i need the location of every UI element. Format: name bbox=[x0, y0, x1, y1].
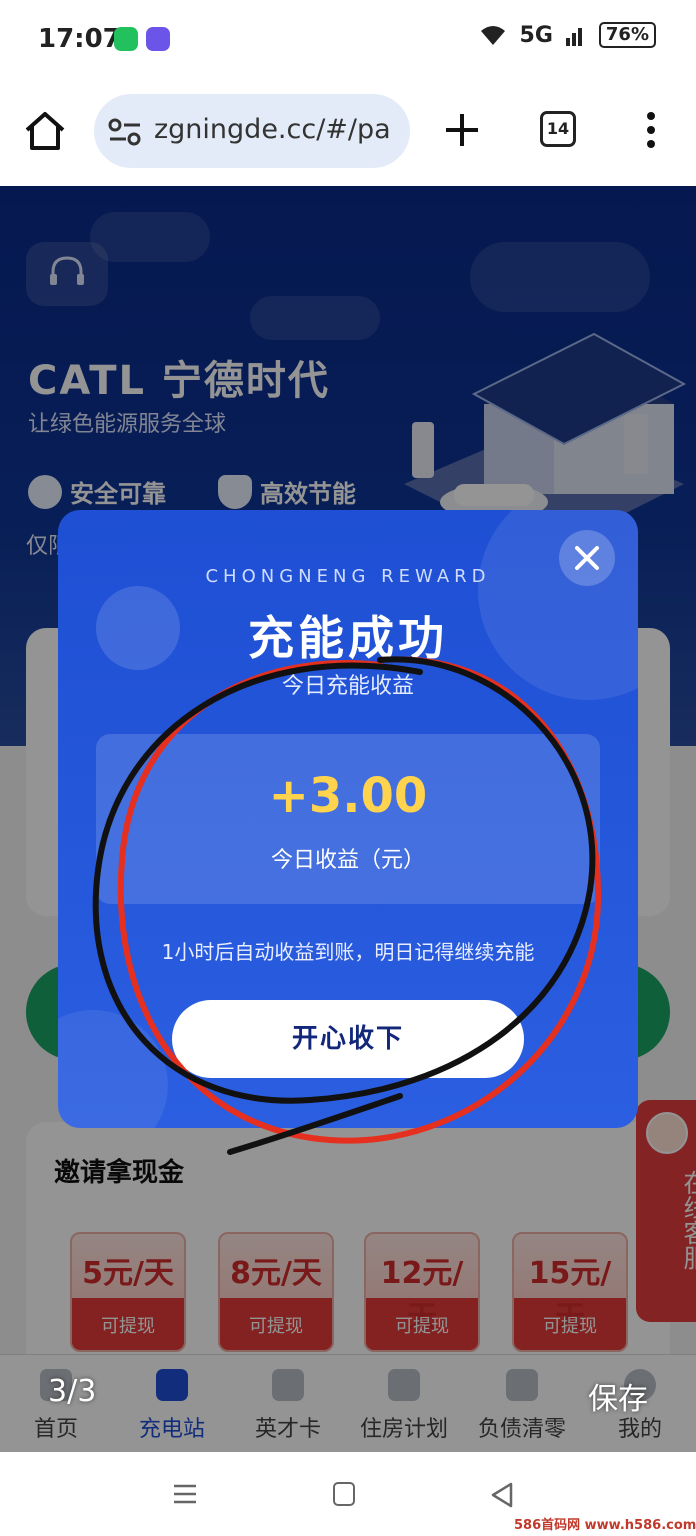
payout-hint: 1小时后自动收益到账，明日记得继续充能 bbox=[161, 940, 535, 964]
tab-switcher-button[interactable]: 14 bbox=[540, 111, 576, 147]
wechat-icon bbox=[114, 27, 138, 51]
back-icon[interactable] bbox=[490, 1482, 514, 1508]
accept-button[interactable]: 开心收下 bbox=[172, 1000, 524, 1078]
new-tab-icon[interactable] bbox=[440, 108, 484, 152]
recents-icon[interactable] bbox=[172, 1482, 198, 1506]
signal-icon bbox=[565, 28, 582, 46]
status-indicators: 5G 76% bbox=[478, 22, 656, 48]
earnings-box: +3.00 今日收益（元） bbox=[96, 734, 600, 904]
status-bar: 17:07 5G 76% bbox=[0, 0, 696, 80]
more-menu-icon[interactable] bbox=[636, 108, 666, 152]
reward-modal: CHONGNENG REWARD 充能成功 今日充能收益 +3.00 今日收益（… bbox=[58, 510, 638, 1128]
nav-home-icon[interactable] bbox=[333, 1482, 355, 1506]
earnings-label: 今日收益（元） bbox=[270, 848, 425, 873]
url-text: zgningde.cc/#/pa bbox=[154, 114, 391, 145]
site-watermark: 586首码网 www.h586.com bbox=[514, 1518, 696, 1533]
browser-toolbar: zgningde.cc/#/pa 14 bbox=[0, 80, 696, 186]
page-indicator: 3/3 bbox=[48, 1374, 97, 1409]
battery-indicator: 76% bbox=[598, 22, 656, 48]
address-bar[interactable]: zgningde.cc/#/pa bbox=[94, 94, 410, 168]
home-icon[interactable] bbox=[22, 108, 68, 154]
reward-subtitle-en: CHONGNENG REWARD bbox=[205, 566, 491, 587]
shield-app-icon bbox=[146, 27, 170, 51]
site-settings-icon[interactable] bbox=[108, 118, 142, 146]
save-button[interactable]: 保存 bbox=[588, 1374, 648, 1418]
reward-title: 充能成功 bbox=[248, 611, 448, 665]
wifi-icon bbox=[480, 26, 505, 45]
earnings-amount: +3.00 bbox=[268, 768, 428, 824]
reward-subtitle: 今日充能收益 bbox=[281, 674, 414, 699]
bubble-decoration bbox=[58, 1010, 168, 1128]
network-label: 5G bbox=[519, 22, 553, 48]
status-time: 17:07 bbox=[38, 24, 121, 54]
